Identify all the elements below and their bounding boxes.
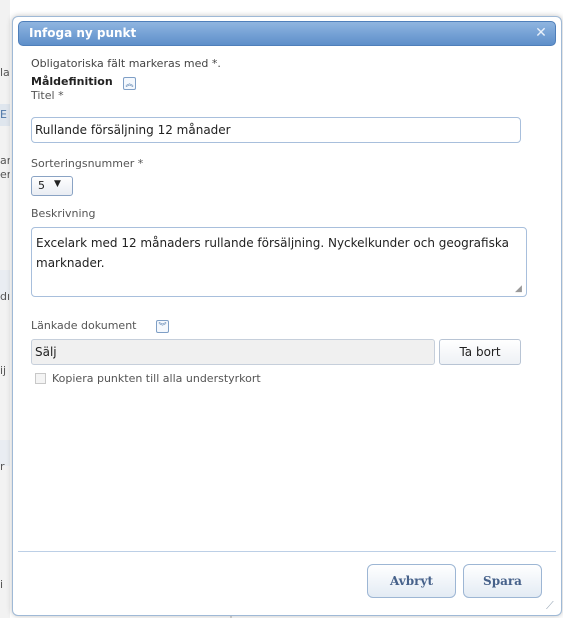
description-label: Beskrivning bbox=[31, 207, 96, 220]
linked-documents-label: Länkade dokument bbox=[31, 319, 137, 332]
title-input[interactable]: Rullande försäljning 12 månader bbox=[31, 117, 521, 143]
insert-item-dialog: Infoga ny punkt ✕ Obligatoriska fält mar… bbox=[12, 16, 562, 616]
sort-number-value: 5 bbox=[38, 179, 45, 192]
background-fragment: er bbox=[0, 168, 10, 181]
background-fragment: dı bbox=[0, 290, 10, 303]
dialog-resize-grip-icon[interactable]: ⟋ bbox=[546, 600, 558, 612]
remove-document-button[interactable]: Ta bort bbox=[439, 339, 521, 365]
background-strip bbox=[0, 0, 10, 618]
resize-grip-icon[interactable]: ◢ bbox=[515, 285, 524, 294]
sort-number-select[interactable]: 5 ▼ bbox=[31, 176, 73, 196]
background-fragment: ij bbox=[0, 364, 7, 377]
required-fields-note: Obligatoriska fält markeras med *. bbox=[31, 57, 221, 70]
background-fragment: i bbox=[0, 578, 4, 591]
collapse-up-icon[interactable]: ︽ bbox=[123, 77, 136, 90]
title-input-value: Rullande försäljning 12 månader bbox=[35, 123, 231, 137]
footer-divider bbox=[18, 551, 556, 552]
linked-document-name: Sälj bbox=[35, 345, 57, 359]
section-heading-target-definition: Måldefinition bbox=[31, 75, 113, 88]
chevron-down-icon: ▼ bbox=[54, 179, 61, 189]
description-textarea[interactable]: Excelark med 12 månaders rullande försäl… bbox=[31, 227, 527, 297]
title-label: Titel * bbox=[31, 89, 64, 102]
dialog-titlebar[interactable]: Infoga ny punkt ✕ bbox=[18, 21, 556, 46]
section-heading-label: Måldefinition bbox=[31, 75, 113, 88]
save-button[interactable]: Spara bbox=[463, 564, 542, 598]
close-icon[interactable]: ✕ bbox=[533, 25, 549, 41]
sort-number-label: Sorteringsnummer * bbox=[31, 157, 144, 170]
description-value: Excelark med 12 månaders rullande försäl… bbox=[36, 236, 509, 270]
background-fragment: E bbox=[0, 108, 7, 121]
copy-to-all-checkbox[interactable] bbox=[35, 373, 46, 384]
cancel-button[interactable]: Avbryt bbox=[367, 564, 456, 598]
linked-document-field: Sälj bbox=[31, 339, 435, 365]
copy-to-all-label: Kopiera punkten till alla understyrkort bbox=[52, 372, 261, 385]
dialog-title: Infoga ny punkt bbox=[29, 26, 137, 40]
background-fragment: r bbox=[0, 460, 5, 473]
expand-down-icon[interactable]: ︾ bbox=[156, 320, 169, 333]
background-fragment: la bbox=[0, 66, 10, 79]
background-fragment: ar bbox=[0, 154, 10, 167]
